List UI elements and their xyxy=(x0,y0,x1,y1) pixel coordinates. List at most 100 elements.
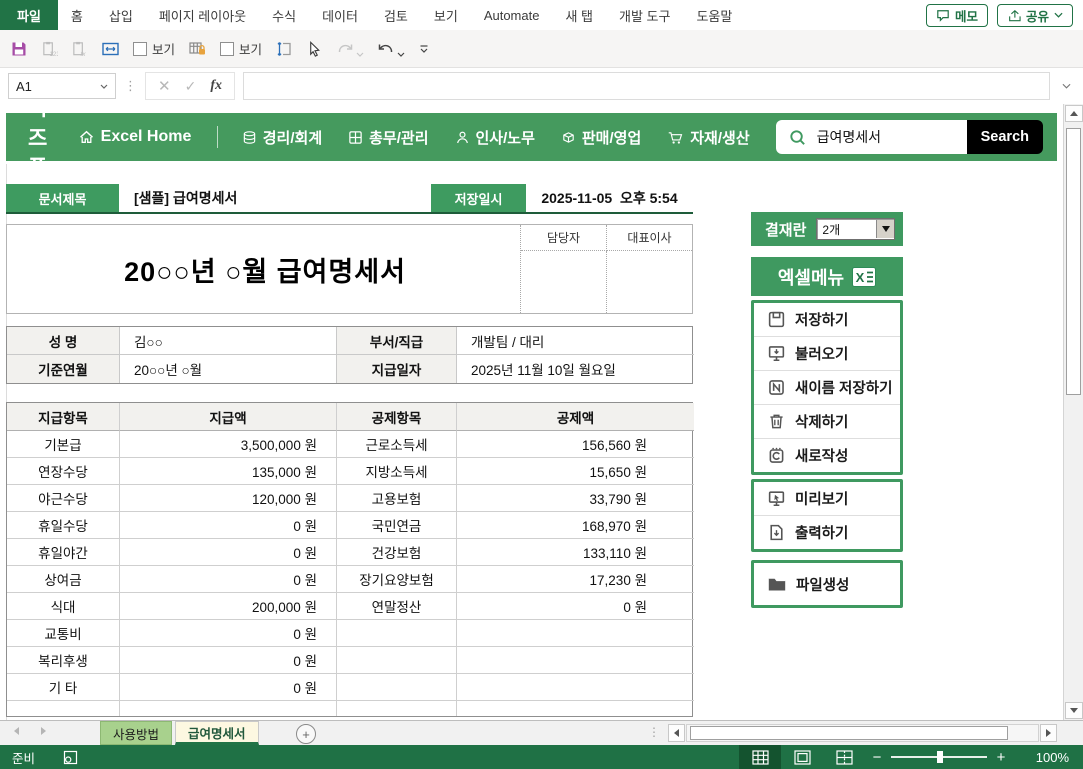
confirm-entry-icon: ✓ xyxy=(185,78,197,95)
tab-insert[interactable]: 삽입 xyxy=(96,0,146,30)
sheet-tab-guide[interactable]: 사용방법 xyxy=(100,721,172,745)
nav-excel-home[interactable]: Excel Home xyxy=(78,128,192,146)
sheet-tab-payslip[interactable]: 급여명세서 xyxy=(175,721,259,745)
scroll-up-button[interactable] xyxy=(1065,105,1083,122)
vertical-scrollbar[interactable] xyxy=(1063,104,1083,720)
approval-count-select[interactable]: 2개 xyxy=(816,218,895,240)
save-menu-button[interactable]: 저장하기 xyxy=(754,303,900,337)
nav-menu-hr[interactable]: 인사/노무 xyxy=(455,127,535,148)
search-field[interactable] xyxy=(776,120,967,154)
tab-formulas[interactable]: 수식 xyxy=(259,0,309,30)
next-sheet-icon[interactable] xyxy=(41,727,46,735)
qat-view-toggle-1[interactable]: 보기 xyxy=(133,39,175,58)
preview-menu-button[interactable]: 미리보기 xyxy=(754,482,900,516)
triangle-right-icon xyxy=(1046,729,1051,737)
dropdown-button[interactable] xyxy=(876,220,894,238)
nav-menu-admin[interactable]: 총무/관리 xyxy=(348,127,428,148)
share-button[interactable]: 공유 xyxy=(997,4,1073,27)
memo-button[interactable]: 메모 xyxy=(926,4,988,27)
bizforms-logo[interactable]: 비즈폼 xyxy=(28,104,50,182)
sheet-canvas[interactable]: 비즈폼 Excel Home 경리/회계 총무/관리 인사/노무 판매/영업 자… xyxy=(0,104,1063,720)
checkbox-icon[interactable] xyxy=(133,42,147,56)
expand-formula-bar-icon[interactable] xyxy=(1058,83,1075,89)
nav-menu-accounting[interactable]: 경리/회계 xyxy=(242,127,322,148)
signature-block: 담당자 대표이사 xyxy=(520,225,692,313)
add-sheet-button[interactable]: + xyxy=(296,724,316,744)
info-label: 지급일자 xyxy=(337,355,457,383)
splitter-handle-icon[interactable]: ⋮ xyxy=(648,725,660,739)
drag-handle-icon[interactable]: ⋮ xyxy=(124,78,137,94)
tab-review[interactable]: 검토 xyxy=(371,0,421,30)
tab-developer[interactable]: 개발 도구 xyxy=(606,0,683,30)
save-as-menu-button[interactable]: 새이름 저장하기 xyxy=(754,371,900,405)
tab-view[interactable]: 보기 xyxy=(421,0,471,30)
create-file-menu-button[interactable]: 파일생성 xyxy=(754,563,900,605)
column-width-icon[interactable] xyxy=(101,40,120,58)
row-height-icon[interactable] xyxy=(275,40,293,58)
zoom-in-button[interactable]: + xyxy=(989,749,1013,766)
zoom-out-button[interactable]: − xyxy=(865,749,889,766)
menu-group-file-ops: 저장하기 불러오기 새이름 저장하기 삭제하기 새로작성 xyxy=(751,300,903,475)
svg-text:X: X xyxy=(856,270,865,285)
pay-item: 기 타 xyxy=(7,674,120,701)
approval-line-widget: 결재란 2개 xyxy=(751,212,903,246)
deduction-amount xyxy=(457,647,694,674)
tab-file[interactable]: 파일 xyxy=(0,0,58,30)
delete-menu-button[interactable]: 삭제하기 xyxy=(754,405,900,439)
chevron-down-icon[interactable] xyxy=(100,84,108,89)
print-menu-button[interactable]: 출력하기 xyxy=(754,516,900,549)
select-cursor-icon[interactable] xyxy=(306,40,323,58)
search-button[interactable]: Search xyxy=(967,120,1043,154)
triangle-down-icon xyxy=(1070,708,1078,713)
undo-button[interactable] xyxy=(377,40,405,57)
tab-new-tab[interactable]: 새 탭 xyxy=(552,0,606,30)
nav-menu-sales[interactable]: 판매/영업 xyxy=(561,127,641,148)
name-box-value: A1 xyxy=(16,79,32,94)
zoom-level[interactable]: 100% xyxy=(1025,750,1069,765)
page-break-view-button[interactable] xyxy=(823,745,865,769)
pay-amount: 0 원 xyxy=(120,620,337,647)
hscroll-right-button[interactable] xyxy=(1040,724,1057,742)
vertical-scroll-thumb[interactable] xyxy=(1066,128,1081,395)
qat-view-toggle-2[interactable]: 보기 xyxy=(220,39,262,58)
save-icon[interactable] xyxy=(10,40,28,58)
cancel-entry-icon: ✕ xyxy=(158,77,171,95)
pay-item: 휴일수당 xyxy=(7,512,120,539)
tab-home[interactable]: 홈 xyxy=(58,0,96,30)
horizontal-scroll-thumb[interactable] xyxy=(690,726,1008,740)
status-bar: 준비 − + 100% xyxy=(0,745,1083,769)
nav-menu-label: 자재/생산 xyxy=(690,127,749,148)
zoom-slider-handle[interactable] xyxy=(937,751,943,763)
tab-data[interactable]: 데이터 xyxy=(309,0,371,30)
page-layout-view-button[interactable] xyxy=(781,745,823,769)
tab-help[interactable]: 도움말 xyxy=(683,0,745,30)
document-meta-row: 문서제목 [샘플] 급여명세서 저장일시 2025-11-05 오후 5:54 xyxy=(6,184,693,214)
zoom-slider[interactable] xyxy=(891,756,987,758)
scroll-down-button[interactable] xyxy=(1065,702,1083,719)
menu-group-output: 미리보기 출력하기 xyxy=(751,479,903,552)
undo-icon[interactable] xyxy=(377,40,395,57)
name-box[interactable]: A1 xyxy=(8,73,116,99)
load-menu-button[interactable]: 불러오기 xyxy=(754,337,900,371)
hscroll-left-button[interactable] xyxy=(668,724,685,742)
qat-overflow-icon[interactable] xyxy=(418,44,430,54)
tab-page-layout[interactable]: 페이지 레이아웃 xyxy=(146,0,259,30)
insert-function-icon[interactable]: fx xyxy=(210,78,222,94)
chevron-down-icon xyxy=(1054,12,1063,18)
normal-view-button[interactable] xyxy=(739,745,781,769)
menu-group-file-create: 파일생성 xyxy=(751,560,903,608)
new-document-menu-button[interactable]: 새로작성 xyxy=(754,439,900,472)
tab-automate[interactable]: Automate xyxy=(471,0,553,30)
nav-menu-materials[interactable]: 자재/생산 xyxy=(667,127,749,148)
deduction-amount: 168,970 원 xyxy=(457,512,694,539)
checkbox-icon[interactable] xyxy=(220,42,234,56)
macro-record-icon[interactable] xyxy=(63,750,78,765)
prev-sheet-icon[interactable] xyxy=(14,727,19,735)
sheet-protect-icon[interactable] xyxy=(188,40,207,58)
horizontal-scrollbar[interactable] xyxy=(686,724,1039,742)
formula-input[interactable] xyxy=(243,72,1050,100)
search-input[interactable] xyxy=(815,128,959,146)
doc-title-value: [샘플] 급여명세서 xyxy=(119,184,431,212)
chevron-down-icon[interactable] xyxy=(397,52,405,57)
pay-amount: 0 원 xyxy=(120,647,337,674)
